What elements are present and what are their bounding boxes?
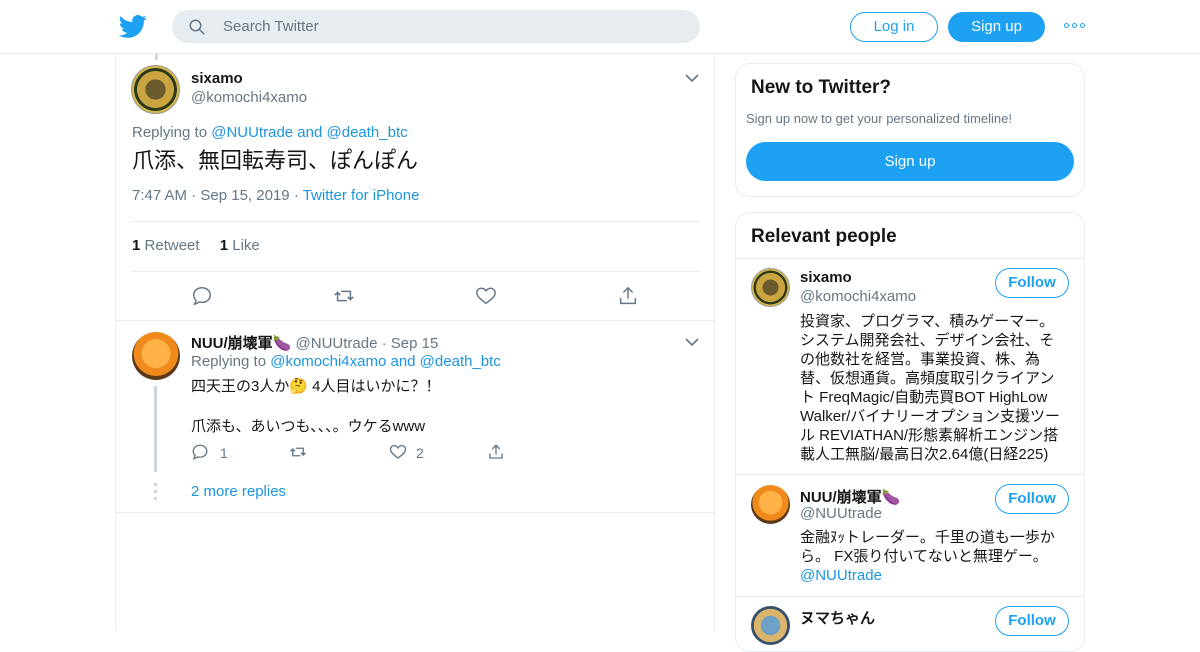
replying-to: Replying to @komochi4xamo and @death_btc	[191, 353, 501, 370]
tweet-source[interactable]: Twitter for iPhone	[303, 187, 420, 204]
tweet-text-line: 四天王の3人か🤔 4人目はいかに？！	[191, 378, 441, 395]
thread-line	[155, 54, 158, 60]
bio-line: の他数社を経営。事業投資、株、為	[800, 351, 1041, 368]
divider	[116, 320, 714, 321]
tweet-stats: 1 Retweet 1 Like	[132, 237, 260, 254]
share-icon[interactable]	[487, 443, 505, 461]
person-name[interactable]: sixamo	[800, 269, 852, 286]
login-button[interactable]: Log in	[850, 12, 938, 42]
replying-to-link[interactable]: @NUUtrade and @death_btc	[211, 124, 407, 141]
divider	[116, 512, 714, 513]
follow-button[interactable]: Follow	[995, 484, 1069, 514]
more-options-icon[interactable]	[1064, 18, 1086, 34]
twitter-bird-icon[interactable]	[118, 12, 148, 40]
avatar[interactable]	[132, 332, 180, 380]
person-handle[interactable]: @NUUtrade	[800, 505, 882, 522]
thread-dot	[154, 497, 157, 500]
avatar[interactable]	[751, 268, 790, 307]
more-replies-link[interactable]: 2 more replies	[191, 483, 286, 500]
bio-line: 金融ﾇｯトレーダー。千里の道も一歩か	[800, 529, 1055, 546]
author-name[interactable]: NUU/崩壊軍🍆	[191, 335, 291, 352]
search-box[interactable]: Search Twitter	[172, 10, 700, 43]
author-handle[interactable]: @NUUtrade	[296, 335, 378, 352]
avatar[interactable]	[751, 485, 790, 524]
like-count: 2	[416, 445, 424, 461]
new-to-twitter-card: New to Twitter? Sign up now to get your …	[735, 63, 1085, 197]
like-count[interactable]: 1	[220, 237, 228, 254]
bio-line: ト FreqMagic/自動売買BOT HighLow	[800, 389, 1048, 406]
divider	[736, 258, 1084, 259]
share-icon[interactable]	[617, 285, 639, 307]
tweet-date[interactable]: Sep 15	[391, 335, 439, 352]
bio-line: 載人工無脳/最高日次2.64億(日経225)	[800, 446, 1049, 463]
bio-line: システム開発会社、デザイン会社、そ	[800, 332, 1055, 349]
reply-icon[interactable]	[191, 285, 213, 307]
thread-line	[154, 386, 157, 472]
tweet-date[interactable]: Sep 15, 2019	[200, 187, 289, 204]
person-handle[interactable]: @komochi4xamo	[800, 288, 916, 305]
like-icon[interactable]	[475, 285, 497, 307]
thread-dot	[154, 490, 157, 493]
replying-prefix: Replying to	[191, 353, 267, 370]
top-bar: Search Twitter Log in Sign up	[0, 0, 1200, 54]
reply-count: 1	[220, 445, 228, 461]
tweet-meta: 7:47 AM · Sep 15, 2019 · Twitter for iPh…	[132, 187, 420, 204]
tweet-time[interactable]: 7:47 AM	[132, 187, 187, 204]
divider	[736, 596, 1084, 597]
card-title: New to Twitter?	[751, 77, 892, 98]
author-handle[interactable]: @komochi4xamo	[191, 89, 307, 106]
avatar[interactable]	[751, 606, 790, 645]
person-bio: 投資家、プログラマ、積みゲーマー。 システム開発会社、デザイン会社、そ の他数社…	[800, 312, 1065, 464]
card-subtitle: Sign up now to get your personalized tim…	[746, 111, 1012, 126]
chevron-down-icon[interactable]	[685, 73, 699, 83]
follow-button[interactable]: Follow	[995, 606, 1069, 636]
reply-icon[interactable]	[191, 443, 209, 461]
bio-mention-link[interactable]: @NUUtrade	[800, 566, 1065, 585]
follow-button[interactable]: Follow	[995, 268, 1069, 298]
like-label[interactable]: Like	[232, 237, 260, 254]
replying-prefix: Replying to	[132, 124, 208, 141]
like-icon[interactable]	[389, 443, 407, 461]
reply-header: NUU/崩壊軍🍆 @NUUtrade · Sep 15	[191, 335, 439, 352]
author-name[interactable]: sixamo	[191, 70, 243, 87]
signup-button[interactable]: Sign up	[746, 142, 1074, 181]
bio-line: ル REVIATHAN/形態素解析エンジン搭	[800, 427, 1059, 444]
bio-line: Walker/バイナリーオプション支援ツー	[800, 408, 1060, 425]
person-name[interactable]: ヌマちゃん	[800, 607, 875, 628]
retweet-icon[interactable]	[333, 285, 355, 307]
retweet-label[interactable]: Retweet	[145, 237, 200, 254]
thread-dot	[154, 483, 157, 486]
bio-line: 替、仮想通貨。高頻度取引クライアン	[800, 370, 1055, 387]
tweet-text-line: 爪添も、あいつも、、、。ウケるwww	[191, 418, 426, 435]
divider	[736, 474, 1084, 475]
chevron-down-icon[interactable]	[685, 337, 699, 347]
retweet-count[interactable]: 1	[132, 237, 140, 254]
replying-to: Replying to @NUUtrade and @death_btc	[132, 124, 408, 141]
retweet-icon[interactable]	[289, 443, 307, 461]
person-name[interactable]: NUU/崩壊軍🍆	[800, 486, 900, 507]
search-icon	[189, 19, 205, 35]
main-column: sixamo @komochi4xamo Replying to @NUUtra…	[115, 54, 715, 630]
tweet-text: 爪添、無回転寿司、ぽんぽん	[132, 148, 419, 173]
card-title: Relevant people	[751, 226, 897, 247]
person-bio: 金融ﾇｯトレーダー。千里の道も一歩か ら。 FX張り付いてないと無理ゲー。 @N…	[800, 528, 1065, 585]
signup-button[interactable]: Sign up	[948, 12, 1045, 42]
replying-to-link[interactable]: @komochi4xamo and @death_btc	[270, 353, 501, 370]
divider	[131, 271, 700, 272]
divider	[131, 221, 700, 222]
bio-line: 投資家、プログラマ、積みゲーマー。	[800, 313, 1055, 330]
search-input[interactable]: Search Twitter	[223, 18, 319, 35]
relevant-people-card: Relevant people sixamo @komochi4xamo Fol…	[735, 212, 1085, 652]
avatar[interactable]	[131, 65, 180, 114]
bio-line: ら。 FX張り付いてないと無理ゲー。	[800, 548, 1048, 565]
